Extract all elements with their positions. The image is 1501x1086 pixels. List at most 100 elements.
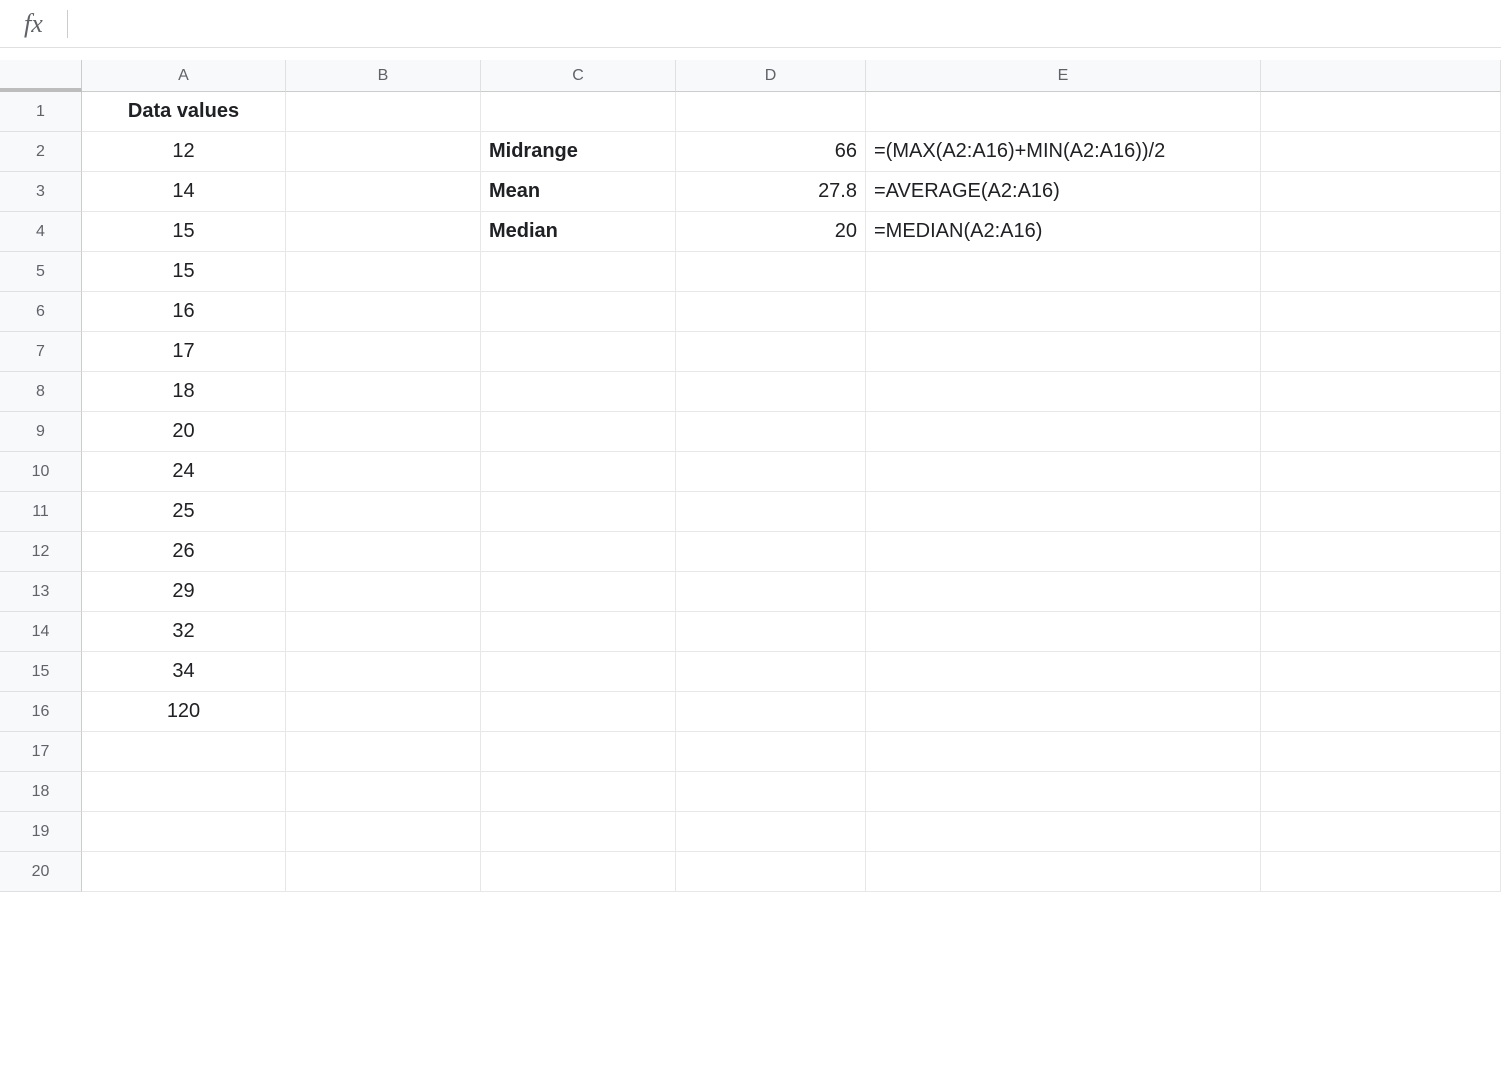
cell-D2[interactable]: 66: [676, 132, 866, 172]
cell-overflow-3[interactable]: [1261, 172, 1501, 212]
cell-B6[interactable]: [286, 292, 481, 332]
row-header-12[interactable]: 12: [0, 532, 82, 572]
cell-A20[interactable]: [82, 852, 286, 892]
cell-overflow-9[interactable]: [1261, 412, 1501, 452]
cell-C5[interactable]: [481, 252, 676, 292]
cell-C6[interactable]: [481, 292, 676, 332]
cell-B20[interactable]: [286, 852, 481, 892]
cell-A13[interactable]: 29: [82, 572, 286, 612]
cell-A4[interactable]: 15: [82, 212, 286, 252]
cell-overflow-20[interactable]: [1261, 852, 1501, 892]
cell-D19[interactable]: [676, 812, 866, 852]
row-header-11[interactable]: 11: [0, 492, 82, 532]
cell-B14[interactable]: [286, 612, 481, 652]
cell-D12[interactable]: [676, 532, 866, 572]
cell-D1[interactable]: [676, 92, 866, 132]
cell-C19[interactable]: [481, 812, 676, 852]
column-header-E[interactable]: E: [866, 60, 1261, 92]
row-header-15[interactable]: 15: [0, 652, 82, 692]
cell-C17[interactable]: [481, 732, 676, 772]
row-header-7[interactable]: 7: [0, 332, 82, 372]
cell-overflow-15[interactable]: [1261, 652, 1501, 692]
cell-A8[interactable]: 18: [82, 372, 286, 412]
cell-D11[interactable]: [676, 492, 866, 532]
cell-A6[interactable]: 16: [82, 292, 286, 332]
cell-B15[interactable]: [286, 652, 481, 692]
cell-B1[interactable]: [286, 92, 481, 132]
cell-A9[interactable]: 20: [82, 412, 286, 452]
cell-D7[interactable]: [676, 332, 866, 372]
cell-A16[interactable]: 120: [82, 692, 286, 732]
cell-B17[interactable]: [286, 732, 481, 772]
row-header-8[interactable]: 8: [0, 372, 82, 412]
cell-C14[interactable]: [481, 612, 676, 652]
cell-D13[interactable]: [676, 572, 866, 612]
cell-E2[interactable]: =(MAX(A2:A16)+MIN(A2:A16))/2: [866, 132, 1261, 172]
column-header-A[interactable]: A: [82, 60, 286, 92]
cell-E14[interactable]: [866, 612, 1261, 652]
cell-E10[interactable]: [866, 452, 1261, 492]
cell-D17[interactable]: [676, 732, 866, 772]
cell-C7[interactable]: [481, 332, 676, 372]
cell-A18[interactable]: [82, 772, 286, 812]
cell-A1[interactable]: Data values: [82, 92, 286, 132]
cell-B18[interactable]: [286, 772, 481, 812]
cell-overflow-13[interactable]: [1261, 572, 1501, 612]
cell-A3[interactable]: 14: [82, 172, 286, 212]
row-header-4[interactable]: 4: [0, 212, 82, 252]
cell-B3[interactable]: [286, 172, 481, 212]
cell-B13[interactable]: [286, 572, 481, 612]
select-all-corner[interactable]: [0, 60, 82, 92]
cell-D5[interactable]: [676, 252, 866, 292]
cell-E8[interactable]: [866, 372, 1261, 412]
cell-D20[interactable]: [676, 852, 866, 892]
cell-A11[interactable]: 25: [82, 492, 286, 532]
cell-C13[interactable]: [481, 572, 676, 612]
column-header-B[interactable]: B: [286, 60, 481, 92]
cell-B5[interactable]: [286, 252, 481, 292]
row-header-3[interactable]: 3: [0, 172, 82, 212]
cell-A15[interactable]: 34: [82, 652, 286, 692]
cell-E7[interactable]: [866, 332, 1261, 372]
cell-E17[interactable]: [866, 732, 1261, 772]
cell-A2[interactable]: 12: [82, 132, 286, 172]
cell-E5[interactable]: [866, 252, 1261, 292]
cell-E12[interactable]: [866, 532, 1261, 572]
cell-B8[interactable]: [286, 372, 481, 412]
cell-E3[interactable]: =AVERAGE(A2:A16): [866, 172, 1261, 212]
row-header-18[interactable]: 18: [0, 772, 82, 812]
cell-overflow-10[interactable]: [1261, 452, 1501, 492]
cell-overflow-1[interactable]: [1261, 92, 1501, 132]
cell-A5[interactable]: 15: [82, 252, 286, 292]
column-header-C[interactable]: C: [481, 60, 676, 92]
cell-C20[interactable]: [481, 852, 676, 892]
cell-C2[interactable]: Midrange: [481, 132, 676, 172]
row-header-14[interactable]: 14: [0, 612, 82, 652]
cell-C1[interactable]: [481, 92, 676, 132]
cell-E20[interactable]: [866, 852, 1261, 892]
cell-E16[interactable]: [866, 692, 1261, 732]
cell-A12[interactable]: 26: [82, 532, 286, 572]
cell-E6[interactable]: [866, 292, 1261, 332]
cell-E4[interactable]: =MEDIAN(A2:A16): [866, 212, 1261, 252]
cell-overflow-8[interactable]: [1261, 372, 1501, 412]
cell-C11[interactable]: [481, 492, 676, 532]
cell-D14[interactable]: [676, 612, 866, 652]
row-header-2[interactable]: 2: [0, 132, 82, 172]
row-header-1[interactable]: 1: [0, 92, 82, 132]
row-header-17[interactable]: 17: [0, 732, 82, 772]
cell-E11[interactable]: [866, 492, 1261, 532]
cell-B12[interactable]: [286, 532, 481, 572]
cell-overflow-14[interactable]: [1261, 612, 1501, 652]
cell-B4[interactable]: [286, 212, 481, 252]
cell-B9[interactable]: [286, 412, 481, 452]
cell-B16[interactable]: [286, 692, 481, 732]
cell-B10[interactable]: [286, 452, 481, 492]
cell-C4[interactable]: Median: [481, 212, 676, 252]
cell-overflow-7[interactable]: [1261, 332, 1501, 372]
cell-overflow-11[interactable]: [1261, 492, 1501, 532]
cell-C18[interactable]: [481, 772, 676, 812]
cell-D6[interactable]: [676, 292, 866, 332]
cell-D18[interactable]: [676, 772, 866, 812]
cell-A17[interactable]: [82, 732, 286, 772]
